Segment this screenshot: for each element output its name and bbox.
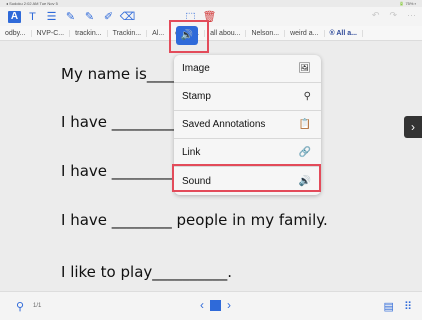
undo-icon[interactable]: ↶ [372, 10, 380, 21]
tab-5[interactable]: Al... [147, 29, 171, 37]
menu-item-label: Saved Annotations [182, 119, 266, 130]
more-icon[interactable]: ⋯ [407, 10, 416, 21]
image-icon: 🖼 [298, 63, 311, 74]
tab-9[interactable]: weird a... [285, 29, 325, 37]
menu-item-label: Link [182, 147, 201, 158]
page-thumbnail-icon[interactable] [210, 299, 221, 311]
app-window: ◂ Sudoku 2:02 AM Tue Nov 5 🔋 75% ▪ A T ☰… [0, 0, 422, 320]
menu-item-stamp[interactable]: Stamp ⚲ [174, 83, 321, 111]
status-bar: ◂ Sudoku 2:02 AM Tue Nov 5 🔋 75% ▪ [0, 0, 422, 7]
tab-4[interactable]: Trackin... [108, 29, 148, 37]
doc-line-play: I like to play__________. [61, 263, 233, 281]
menu-item-saved-annotations[interactable]: Saved Annotations 📋 [174, 111, 321, 139]
grid-icon[interactable]: ⠿ [404, 300, 412, 313]
side-panel-arrow-icon[interactable]: › [404, 116, 422, 138]
clipboard-icon: 📋 [298, 119, 311, 130]
pen-tool-icon[interactable]: ✎ [63, 9, 78, 24]
pencil-tool-icon[interactable]: ✎ [82, 9, 97, 24]
bottom-right-group: ▤ ⠿ [384, 300, 412, 313]
prev-page-icon[interactable]: ‹ [200, 298, 204, 312]
page-navigation: ‹ › [200, 298, 231, 312]
eraser-tool-icon[interactable]: ⌫ [120, 9, 136, 24]
menu-item-label: Image [182, 63, 210, 74]
text-box-tool-icon[interactable]: A [8, 10, 21, 23]
document-icon[interactable]: ▤ [384, 300, 394, 313]
tab-3[interactable]: trackin... [70, 29, 108, 37]
status-right: 🔋 75% ▪ [399, 1, 416, 6]
tab-2[interactable]: NVP-C... [32, 29, 71, 37]
menu-item-link[interactable]: Link 🔗 [174, 139, 321, 167]
link-icon: 🔗 [298, 147, 311, 158]
menu-item-image[interactable]: Image 🖼 [174, 55, 321, 83]
highlighter-tool-icon[interactable]: ✐ [101, 9, 116, 24]
tab-active[interactable]: ® All a... [325, 29, 363, 37]
page-indicator: 1/1 [33, 303, 42, 309]
text-tool-icon[interactable]: T [25, 9, 40, 24]
toolbar-right-group: ↶ ↷ ⋯ [372, 10, 416, 21]
annotation-toolbar: A T ☰ ✎ ✎ ✐ ⌫ ⬚ 🗑 ↶ ↷ ⋯ [0, 7, 422, 26]
next-page-icon[interactable]: › [227, 298, 231, 312]
comment-tool-icon[interactable]: ☰ [44, 9, 59, 24]
tab-1[interactable]: odby... [0, 29, 32, 37]
redo-icon[interactable]: ↷ [389, 10, 397, 21]
tab-8[interactable]: Nelson... [246, 29, 286, 37]
tab-7[interactable]: all abou... [205, 29, 247, 37]
sound-highlight-box [172, 164, 321, 192]
status-left: ◂ Sudoku 2:02 AM Tue Nov 5 [6, 1, 58, 6]
bottom-bar: ⚲ 1/1 ‹ › ▤ ⠿ [0, 291, 422, 320]
stamp-icon: ⚲ [303, 91, 311, 102]
toolbar-highlight-box [169, 20, 209, 53]
doc-line-family: I have ________ people in my family. [61, 211, 328, 229]
search-icon[interactable]: ⚲ [16, 300, 24, 313]
menu-item-label: Stamp [182, 91, 211, 102]
document-tab-bar: odby... NVP-C... trackin... Trackin... A… [0, 26, 422, 41]
